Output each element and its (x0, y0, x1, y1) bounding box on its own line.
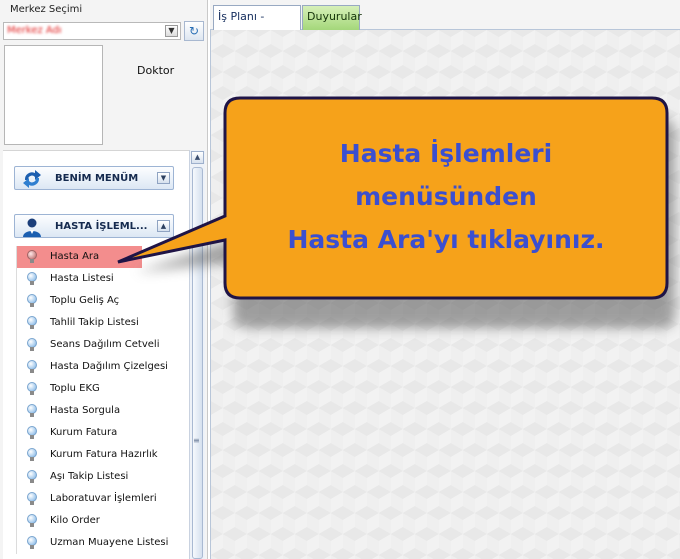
menu-item-label: Laboratuvar İşlemleri (50, 493, 157, 504)
menu-item-label: Kurum Fatura (50, 427, 118, 438)
callout-line: menüsünden (355, 182, 537, 211)
lightbulb-icon (27, 338, 37, 351)
menu-item-label: Hasta Sorgula (50, 405, 121, 416)
lightbulb-icon (27, 514, 37, 527)
menu-item-label: Hasta Ara (50, 251, 100, 262)
group-hasta-islemleri[interactable]: HASTA İŞLEML... ▲ (14, 214, 174, 238)
menu-item-asi-takip-listesi[interactable]: Aşı Takip Listesi (16, 466, 186, 488)
center-select-value: Merkez Adı (7, 25, 62, 36)
callout-line: Hasta Ara'yı tıklayınız. (287, 225, 605, 254)
lightbulb-icon (27, 360, 37, 373)
left-panel: Merkez Seçimi Merkez Adı ▼ ↻ Doktor ▲ ≡ … (0, 0, 208, 559)
lightbulb-icon (27, 294, 37, 307)
chevron-up-icon[interactable]: ▲ (157, 220, 170, 232)
group-title: HASTA İŞLEML... (55, 221, 148, 232)
chevron-down-icon[interactable]: ▼ (165, 25, 178, 37)
menu-item-hasta-ara[interactable]: Hasta Ara (16, 246, 142, 268)
refresh-icon: ↻ (188, 24, 200, 38)
lightbulb-icon (27, 426, 37, 439)
user-photo (4, 45, 103, 145)
tab-duyurular[interactable]: Duyurular (302, 5, 362, 30)
lightbulb-icon (27, 316, 37, 329)
menu-item-toplu-ekg[interactable]: Toplu EKG (16, 378, 186, 400)
scroll-thumb[interactable] (192, 167, 203, 559)
menu-item-hasta-dagilim-cizelgesi[interactable]: Hasta Dağılım Çizelgesi (16, 356, 186, 378)
refresh-arrows-icon (23, 170, 41, 188)
tab-bar: İş Planı - Ajanda Duyurular (210, 0, 680, 45)
menu-item-toplu-gelis-ac[interactable]: Toplu Geliş Aç (16, 290, 186, 312)
callout-line: Hasta İşlemleri (339, 139, 553, 168)
doctor-person-icon (23, 218, 41, 237)
menu-item-label: Toplu Geliş Aç (50, 295, 120, 306)
menu-item-label: Hasta Dağılım Çizelgesi (50, 361, 168, 372)
menu-item-label: Toplu EKG (50, 383, 100, 394)
menu-item-kurum-fatura[interactable]: Kurum Fatura (16, 422, 186, 444)
refresh-button[interactable]: ↻ (184, 21, 204, 41)
lightbulb-icon (27, 382, 37, 395)
main-panel: İş Planı - Ajanda Duyurular (210, 0, 680, 559)
menu-item-kurum-fatura-hazirlik[interactable]: Kurum Fatura Hazırlık (16, 444, 186, 466)
menu-item-seans-dagilim-cetveli[interactable]: Seans Dağılım Cetveli (16, 334, 186, 356)
menu-item-label: Kurum Fatura Hazırlık (50, 449, 158, 460)
menu-item-label: Tahlil Takip Listesi (50, 317, 139, 328)
menu-item-hasta-sorgula[interactable]: Hasta Sorgula (16, 400, 186, 422)
lightbulb-icon (27, 404, 37, 417)
chevron-down-icon[interactable]: ▼ (157, 172, 170, 184)
menu-item-label: Hasta Listesi (50, 273, 114, 284)
content-area (210, 30, 680, 559)
menu-item-tahlil-takip-listesi[interactable]: Tahlil Takip Listesi (16, 312, 186, 334)
menu-scrollbar[interactable]: ▲ ≡ (189, 150, 205, 559)
lightbulb-icon (27, 448, 37, 461)
menu-item-uzman-muayene-listesi[interactable]: Uzman Muayene Listesi (16, 532, 186, 554)
group-title: BENİM MENÜM (55, 173, 139, 184)
menu-item-label: Aşı Takip Listesi (50, 471, 129, 482)
menu-item-list: Hasta Ara Hasta Listesi Toplu Geliş Aç T… (16, 246, 186, 554)
menu-item-label: Uzman Muayene Listesi (50, 537, 169, 548)
lightbulb-icon (27, 536, 37, 549)
lightbulb-icon (27, 250, 37, 263)
menu-item-hasta-listesi[interactable]: Hasta Listesi (16, 268, 186, 290)
tab-is-plani-ajanda[interactable]: İş Planı - Ajanda (213, 5, 301, 45)
lightbulb-icon (27, 492, 37, 505)
group-benim-menum[interactable]: BENİM MENÜM ▼ (14, 166, 174, 190)
callout-text: Hasta İşlemleri menüsünden Hasta Ara'yı … (232, 132, 660, 261)
user-role: Doktor (137, 64, 175, 77)
center-select[interactable]: Merkez Adı ▼ (3, 22, 181, 40)
menu-item-label: Kilo Order (50, 515, 100, 526)
center-selection-label: Merkez Seçimi (10, 4, 83, 15)
lightbulb-icon (27, 272, 37, 285)
scroll-up-icon[interactable]: ▲ (191, 151, 204, 164)
menu-item-label: Seans Dağılım Cetveli (50, 339, 160, 350)
grip-icon: ≡ (193, 436, 200, 445)
lightbulb-icon (27, 470, 37, 483)
menu-item-kilo-order[interactable]: Kilo Order (16, 510, 186, 532)
menu-item-laboratuvar-islemleri[interactable]: Laboratuvar İşlemleri (16, 488, 186, 510)
